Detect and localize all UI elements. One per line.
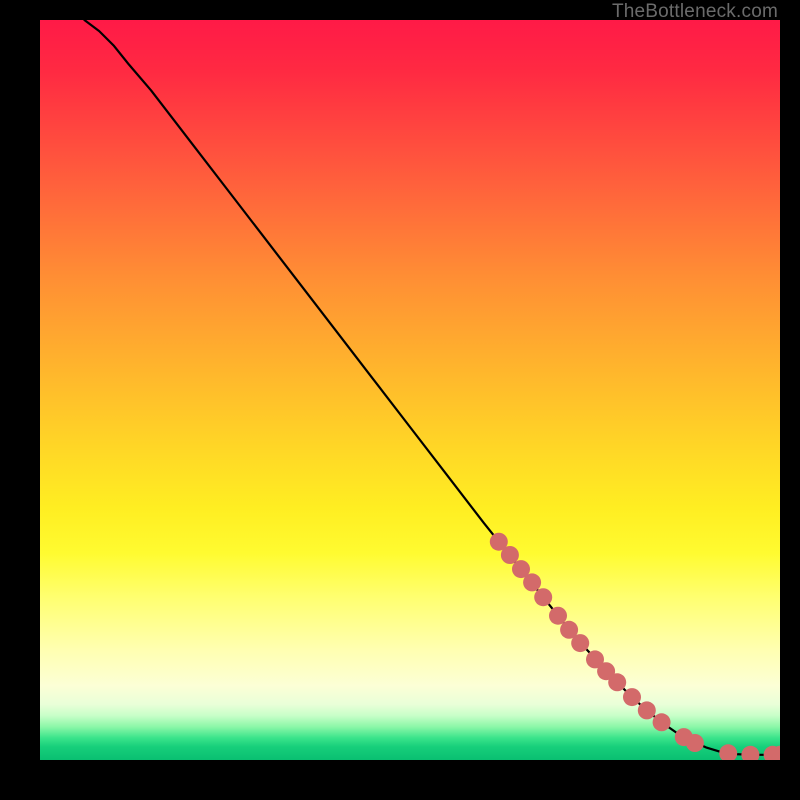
marker-dot bbox=[549, 607, 567, 625]
chart-svg bbox=[40, 20, 780, 760]
curve-line bbox=[84, 20, 780, 755]
marker-group bbox=[490, 533, 780, 760]
marker-dot bbox=[719, 744, 737, 760]
marker-dot bbox=[501, 546, 519, 564]
marker-dot bbox=[623, 688, 641, 706]
marker-dot bbox=[686, 734, 704, 752]
marker-dot bbox=[608, 673, 626, 691]
marker-dot bbox=[653, 713, 671, 731]
marker-dot bbox=[638, 701, 656, 719]
marker-dot bbox=[741, 746, 759, 760]
marker-dot bbox=[571, 634, 589, 652]
marker-dot bbox=[534, 588, 552, 606]
chart-frame: TheBottleneck.com bbox=[0, 0, 800, 800]
plot-area bbox=[40, 20, 780, 760]
marker-dot bbox=[523, 573, 541, 591]
